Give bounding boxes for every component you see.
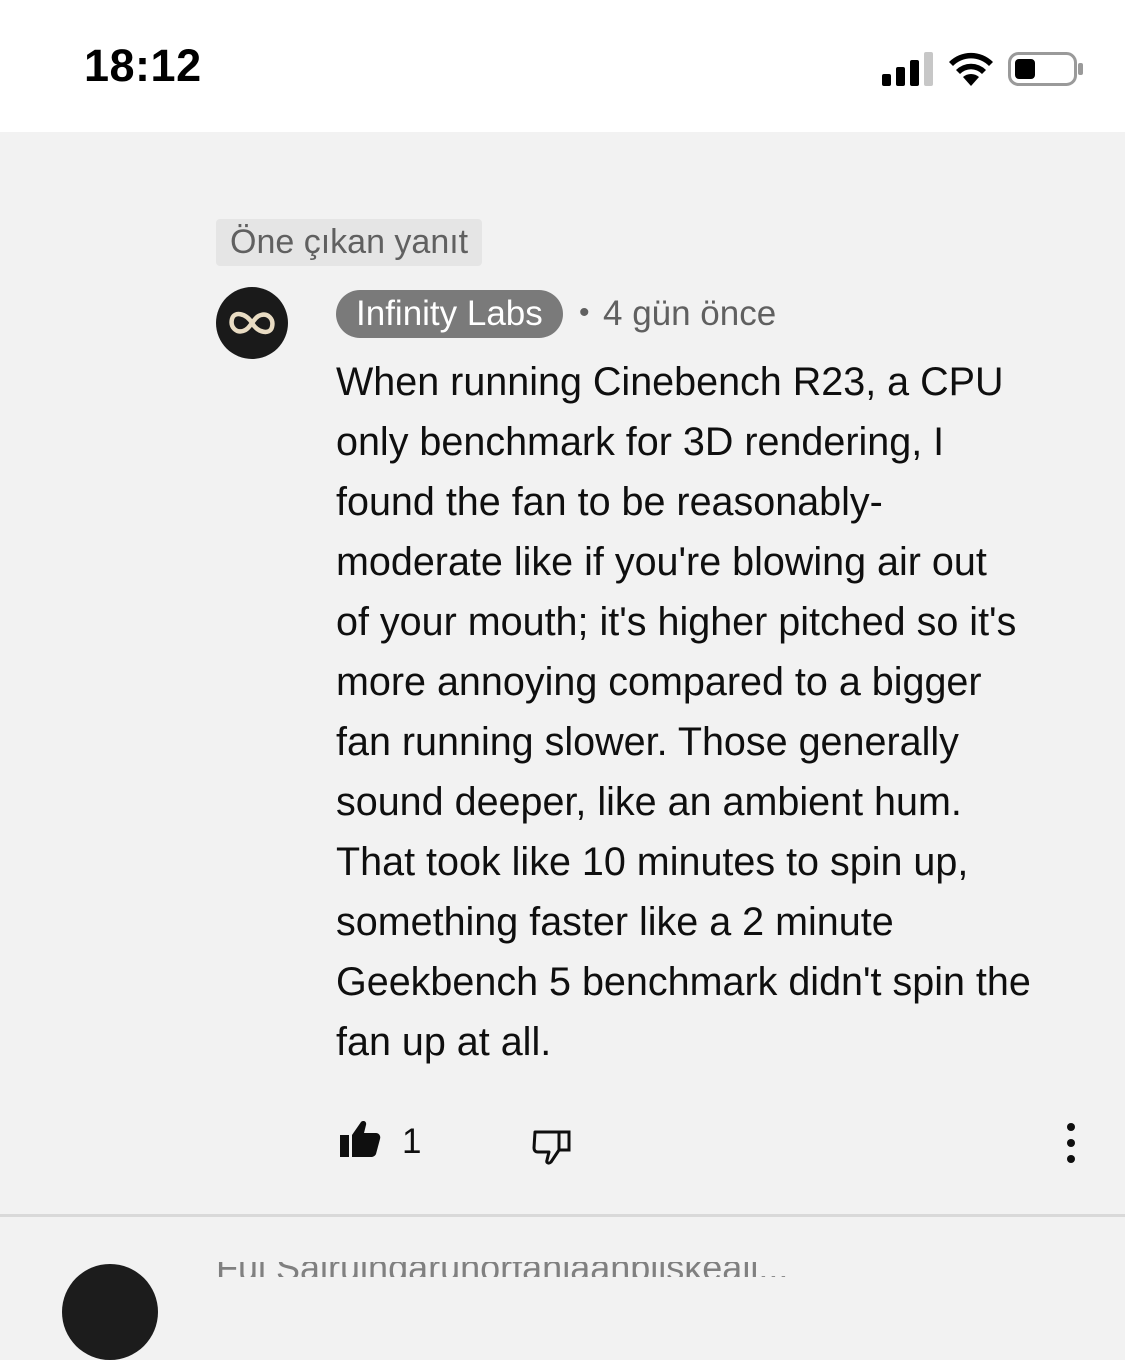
comment-line: When running Cinebench R23, a CPU <box>336 360 1004 404</box>
comment-line: more annoying compared to a bigger <box>336 660 982 704</box>
comment-timestamp: 4 gün önce <box>603 294 777 333</box>
meta-separator: • <box>579 296 590 329</box>
next-comment-text: Fui Sairuindarunorfanlaanbiiskeali... <box>216 1262 816 1277</box>
battery-icon <box>1008 52 1083 86</box>
comment-line: That took like 10 minutes to spin up, <box>336 840 969 884</box>
comment-line: moderate like if you're blowing air out <box>336 540 987 584</box>
comment-line: something faster like a 2 minute <box>336 900 894 944</box>
comment-line: found the fan to be reasonably- <box>336 480 883 524</box>
next-comment-avatar[interactable] <box>62 1264 158 1360</box>
comment-line: of your mouth; it's higher pitched so it… <box>336 600 1017 644</box>
comment-divider <box>0 1214 1125 1217</box>
comment-line: sound deeper, like an ambient hum. <box>336 780 962 824</box>
more-vertical-icon[interactable] <box>1058 1120 1084 1166</box>
status-time: 18:12 <box>84 40 202 91</box>
comment-line: fan up at all. <box>336 1020 552 1064</box>
author-name-chip[interactable]: Infinity Labs <box>336 290 563 338</box>
comment-line: Geekbench 5 benchmark didn't spin the <box>336 960 1031 1004</box>
cellular-signal-icon <box>882 52 933 86</box>
like-count: 1 <box>402 1122 422 1161</box>
author-avatar[interactable] <box>216 287 288 359</box>
comment-line: only benchmark for 3D rendering, I <box>336 420 945 464</box>
thumbs-down-outline-icon[interactable] <box>530 1124 574 1168</box>
wifi-icon <box>949 52 993 86</box>
status-bar: 18:12 <box>0 0 1125 132</box>
highlighted-reply-badge: Öne çıkan yanıt <box>216 219 483 266</box>
infinity-icon <box>229 311 275 335</box>
comment-text: When running Cinebench R23, a CPU only b… <box>336 352 1081 1072</box>
next-comment-partial-text: Fui Sairuindarunorfanlaanbiiskeali... <box>216 1262 816 1277</box>
thumbs-up-filled-icon[interactable] <box>338 1118 382 1162</box>
comment-line: fan running slower. Those generally <box>336 720 959 764</box>
